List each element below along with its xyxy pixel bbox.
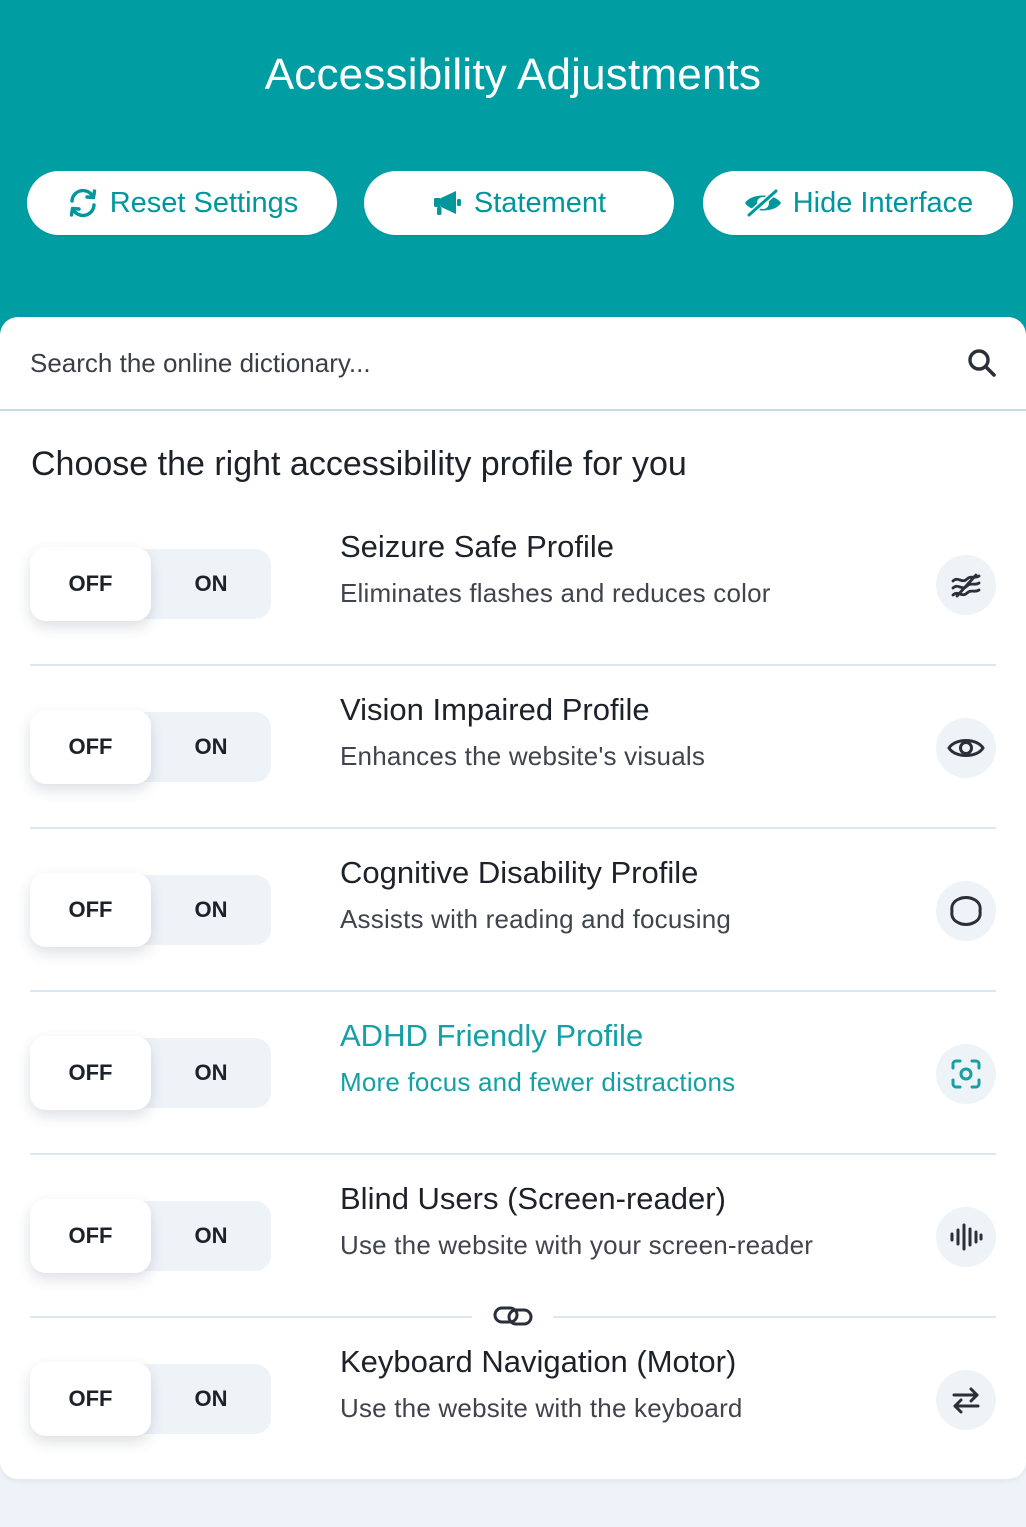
blind-users-toggle[interactable]: OFF ON [30, 1199, 271, 1273]
link-icon[interactable] [492, 1299, 534, 1333]
profile-title: Vision Impaired Profile [340, 692, 650, 727]
eye-slash-icon [744, 188, 781, 218]
cognitive-disability-toggle[interactable]: OFF ON [30, 873, 271, 947]
toggle-on[interactable]: ON [151, 875, 271, 945]
profile-title: Seizure Safe Profile [340, 529, 614, 564]
profile-description: Enhances the website's visuals [340, 741, 706, 771]
profile-row-seizure-safe: OFF ON Seizure Safe Profile Eliminates f… [0, 529, 1026, 712]
toggle-off[interactable]: OFF [30, 1036, 151, 1110]
hide-interface-button[interactable]: Hide Interface [703, 171, 1013, 235]
eye-icon [936, 718, 996, 778]
profile-description: Use the website with your screen-reader [340, 1230, 814, 1260]
profile-row-vision-impaired: OFF ON Vision Impaired Profile Enhances … [0, 692, 1026, 875]
adhd-friendly-toggle[interactable]: OFF ON [30, 1036, 271, 1110]
toggle-on[interactable]: ON [151, 1038, 271, 1108]
vision-impaired-toggle[interactable]: OFF ON [30, 710, 271, 784]
reset-settings-label: Reset Settings [109, 186, 299, 219]
statement-label: Statement [473, 186, 607, 219]
panel-title: Accessibility Adjustments [264, 50, 762, 99]
reset-settings-button[interactable]: Reset Settings [27, 171, 337, 235]
profile-row-adhd-friendly: OFF ON ADHD Friendly Profile More focus … [0, 1018, 1026, 1201]
row-divider [30, 664, 996, 666]
waves-icon [936, 555, 996, 615]
toggle-off[interactable]: OFF [30, 1199, 151, 1273]
seizure-safe-toggle[interactable]: OFF ON [30, 547, 271, 621]
profile-description: Assists with reading and focusing [340, 904, 732, 934]
profile-description: Eliminates flashes and reduces color [340, 578, 771, 608]
profile-description: Use the website with the keyboard [340, 1393, 743, 1423]
profile-title: ADHD Friendly Profile [340, 1018, 644, 1053]
profile-description: More focus and fewer distractions [340, 1067, 736, 1097]
toggle-on[interactable]: ON [151, 1364, 271, 1434]
toggle-off[interactable]: OFF [30, 710, 151, 784]
profile-row-keyboard-navigation: OFF ON Keyboard Navigation (Motor) Use t… [0, 1344, 1026, 1527]
section-title: Choose the right accessibility profile f… [31, 445, 687, 483]
profiles-panel: Choose the right accessibility profile f… [0, 317, 1026, 1479]
toggle-on[interactable]: ON [151, 712, 271, 782]
profile-title: Cognitive Disability Profile [340, 855, 699, 890]
dictionary-search [0, 317, 1026, 411]
row-divider-left [30, 1316, 472, 1318]
keyboard-navigation-toggle[interactable]: OFF ON [30, 1362, 271, 1436]
profile-row-blind-users: OFF ON Blind Users (Screen-reader) Use t… [0, 1181, 1026, 1364]
focus-target-icon [936, 1044, 996, 1104]
arrows-left-right-icon [936, 1370, 996, 1430]
row-divider-right [553, 1316, 996, 1318]
refresh-icon [69, 188, 96, 218]
statement-button[interactable]: Statement [364, 171, 674, 235]
toggle-off[interactable]: OFF [30, 547, 151, 621]
profile-title: Blind Users (Screen-reader) [340, 1181, 726, 1216]
search-input[interactable] [30, 341, 930, 385]
toggle-on[interactable]: ON [151, 549, 271, 619]
megaphone-icon [433, 191, 461, 215]
search-icon[interactable] [966, 347, 998, 379]
row-divider [30, 827, 996, 829]
profile-row-cognitive-disability: OFF ON Cognitive Disability Profile Assi… [0, 855, 1026, 1038]
hide-interface-label: Hide Interface [792, 186, 974, 219]
toggle-off[interactable]: OFF [30, 873, 151, 947]
brain-outline-icon [936, 881, 996, 941]
audio-waveform-icon [936, 1207, 996, 1267]
header-bar: Accessibility Adjustments Reset Settings… [0, 0, 1026, 360]
profile-title: Keyboard Navigation (Motor) [340, 1344, 737, 1379]
toggle-on[interactable]: ON [151, 1201, 271, 1271]
row-divider [30, 1153, 996, 1155]
row-divider [30, 990, 996, 992]
toggle-off[interactable]: OFF [30, 1362, 151, 1436]
